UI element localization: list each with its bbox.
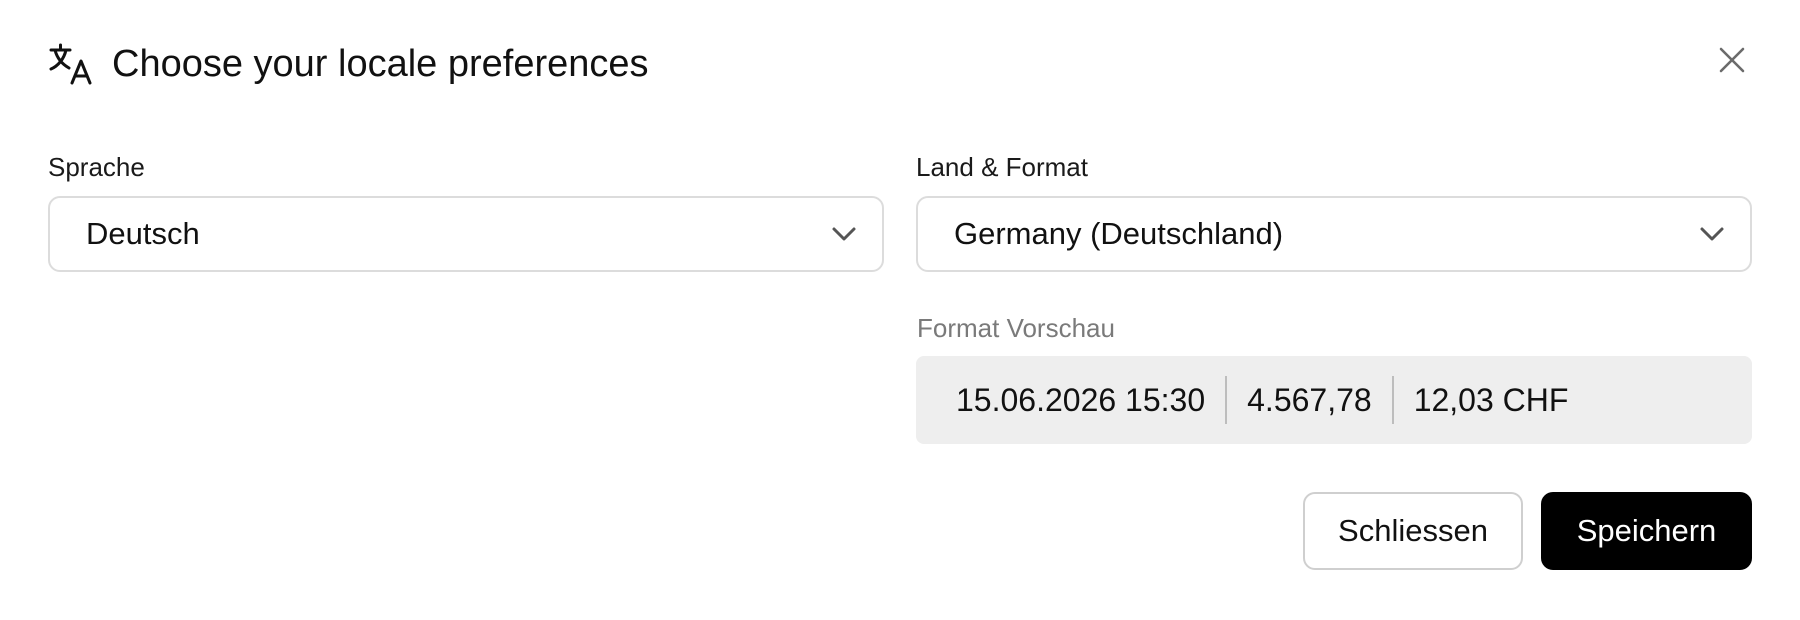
close-icon[interactable]	[1718, 46, 1746, 79]
dialog-header: Choose your locale preferences	[48, 38, 649, 90]
preview-divider	[1225, 376, 1228, 424]
close-dialog-button[interactable]: Schliessen	[1303, 492, 1523, 570]
language-label: Sprache	[48, 152, 145, 182]
chevron-down-icon	[1698, 220, 1726, 248]
preview-date-time: 15.06.2026 15:30	[956, 381, 1206, 418]
preview-divider	[1391, 376, 1394, 424]
region-select[interactable]: Germany (Deutschland)	[916, 196, 1752, 272]
preview-number: 4.567,78	[1247, 381, 1372, 418]
language-select-value: Deutsch	[86, 216, 200, 251]
region-select-value: Germany (Deutschland)	[954, 216, 1284, 251]
format-preview-label: Format Vorschau	[917, 313, 1115, 343]
region-label: Land & Format	[916, 152, 1088, 182]
format-preview-box: 15.06.2026 15:30 4.567,78 12,03 CHF	[916, 356, 1752, 444]
save-button[interactable]: Speichern	[1541, 492, 1752, 570]
dialog-title: Choose your locale preferences	[112, 42, 649, 85]
close-button[interactable]	[1712, 42, 1752, 82]
locale-dialog: Choose your locale preferences Sprache D…	[0, 0, 1800, 620]
language-select[interactable]: Deutsch	[48, 196, 884, 272]
chevron-down-icon	[830, 220, 858, 248]
translate-icon	[48, 41, 94, 87]
preview-currency: 12,03 CHF	[1413, 381, 1569, 418]
